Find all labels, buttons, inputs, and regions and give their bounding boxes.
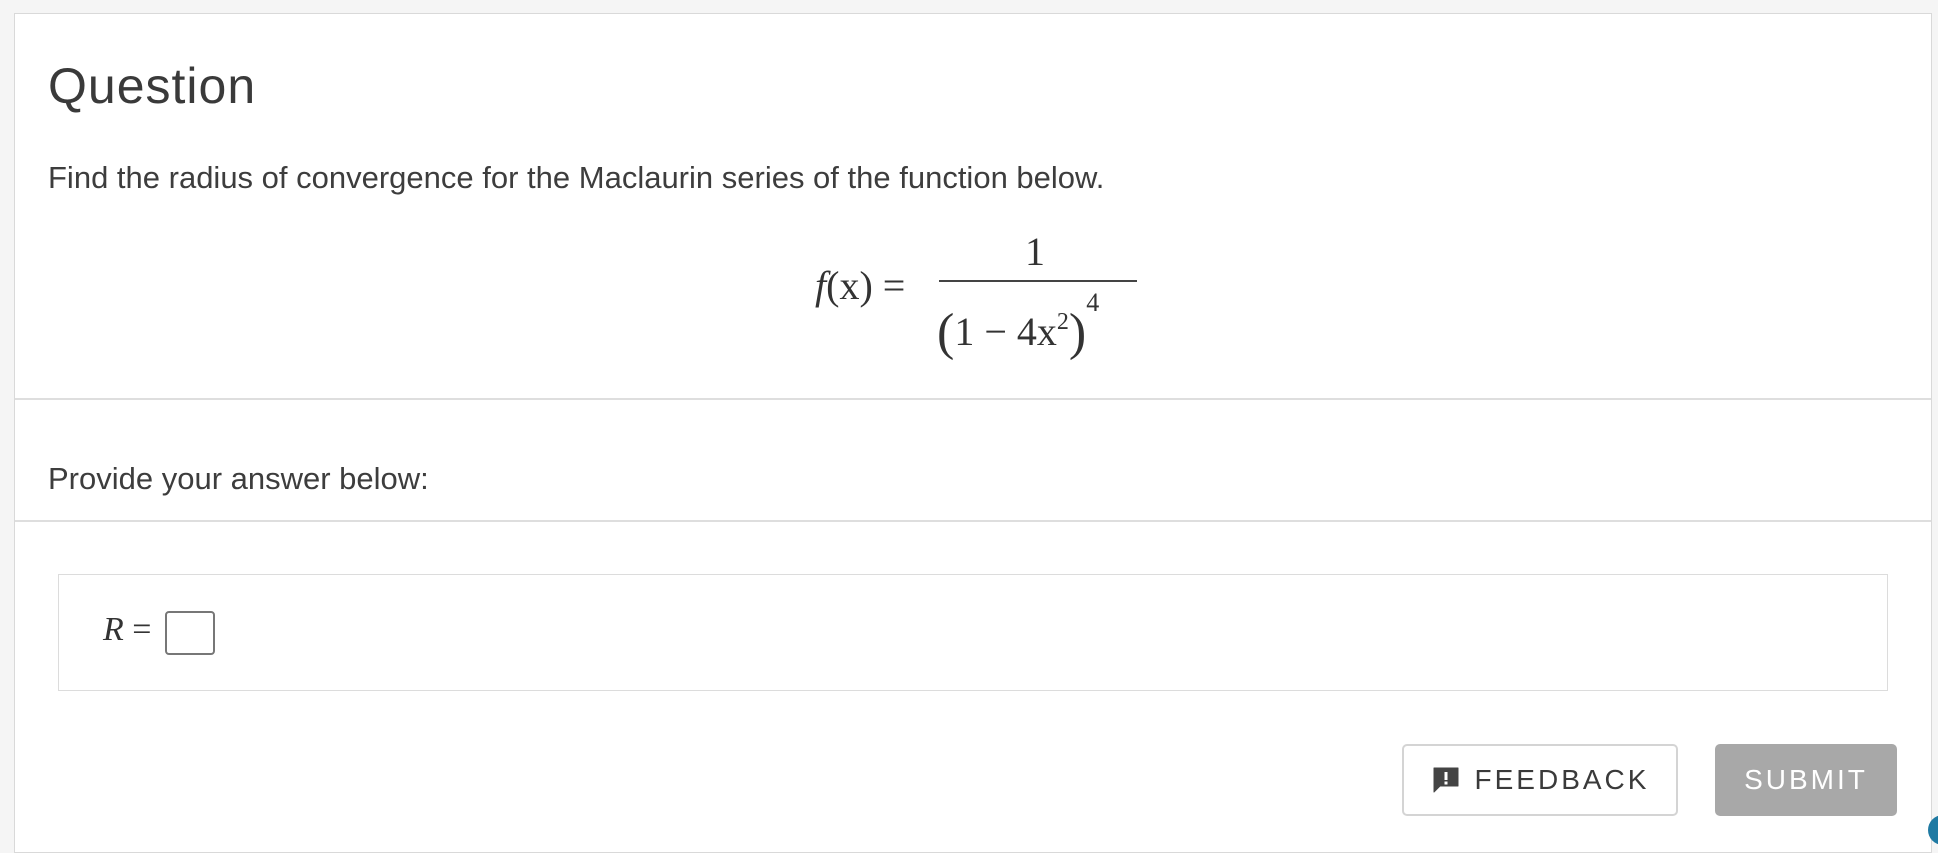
formula-lhs: f(x) = xyxy=(815,262,905,309)
fraction-bar xyxy=(939,280,1137,282)
denominator-inner: 1 − 4x xyxy=(954,309,1057,354)
question-title: Question xyxy=(48,58,257,114)
submit-button[interactable]: SUBMIT xyxy=(1715,744,1897,816)
answer-area: R = xyxy=(58,574,1888,691)
submit-label: SUBMIT xyxy=(1744,764,1868,795)
answer-instruction: Provide your answer below: xyxy=(48,461,429,496)
feedback-label: FEEDBACK xyxy=(1474,764,1650,795)
section-divider xyxy=(15,520,1931,522)
answer-label: R = xyxy=(103,611,151,649)
radius-answer-input[interactable] xyxy=(165,611,215,655)
feedback-button[interactable]: FEEDBACK xyxy=(1402,744,1678,816)
inner-exponent: 2 xyxy=(1056,309,1069,335)
formula-argument: (x) xyxy=(826,263,873,308)
answer-equals: = xyxy=(132,611,152,648)
section-divider xyxy=(15,398,1931,400)
question-prompt: Find the radius of convergence for the M… xyxy=(48,160,1105,195)
formula-denominator: (1 − 4x2)4 xyxy=(937,288,1100,361)
formula-numerator: 1 xyxy=(1025,229,1045,274)
formula-fn-name: f xyxy=(815,263,827,308)
answer-variable: R xyxy=(103,611,124,648)
question-card: Question Find the radius of convergence … xyxy=(14,13,1932,853)
feedback-alert-icon xyxy=(1433,767,1459,793)
outer-exponent: 4 xyxy=(1086,288,1100,317)
function-formula: f(x) = 1 (1 − 4x2)4 xyxy=(815,224,1145,361)
formula-equals: = xyxy=(882,263,906,308)
